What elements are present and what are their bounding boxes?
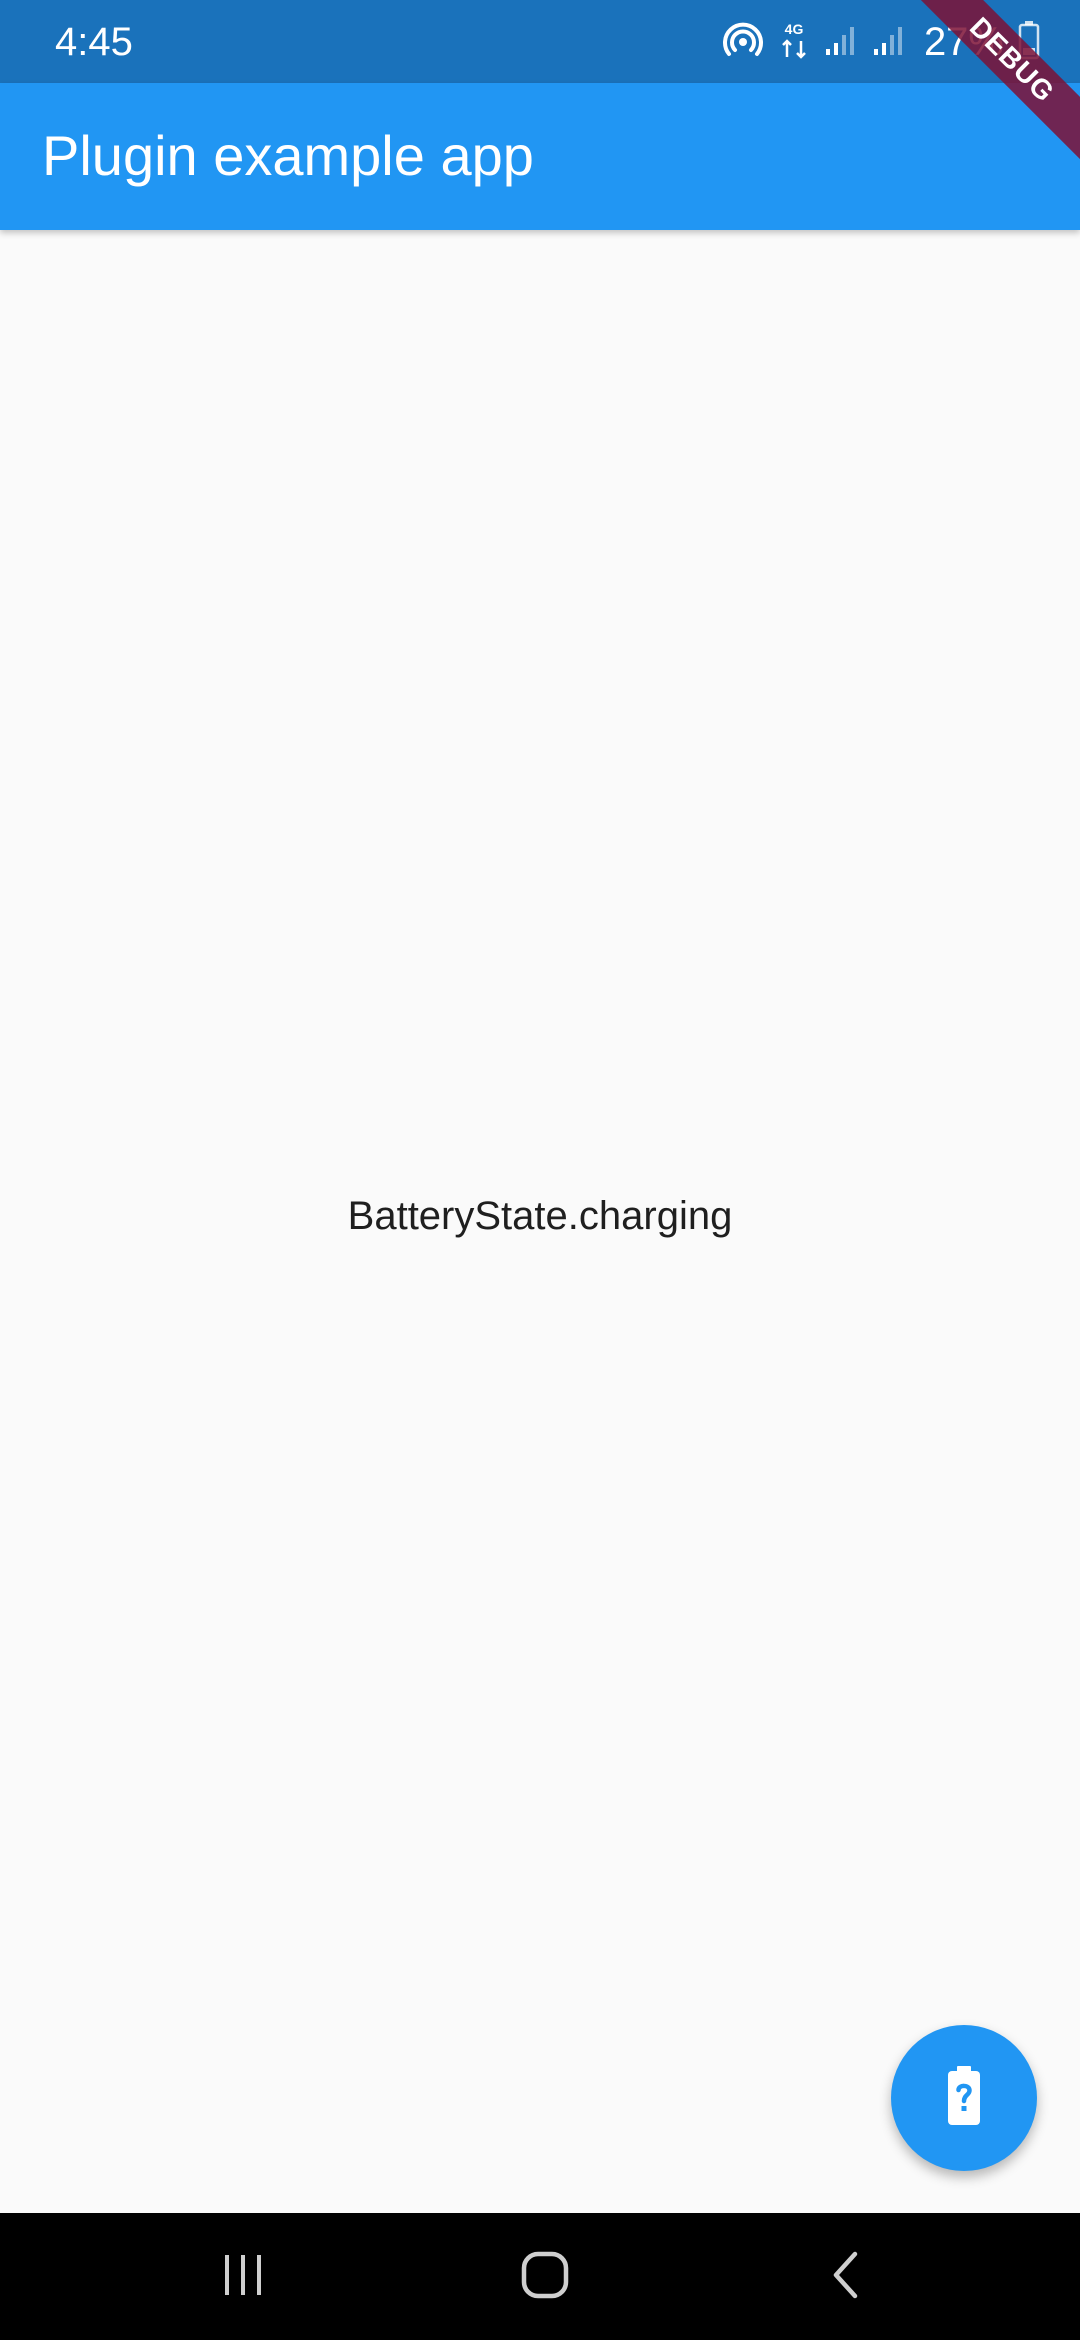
home-button[interactable] bbox=[500, 2241, 590, 2313]
system-nav-bar bbox=[0, 2213, 1080, 2340]
signal-icon bbox=[824, 19, 858, 66]
status-icons: 4G 27% bbox=[722, 14, 1040, 70]
back-icon bbox=[822, 2250, 872, 2305]
battery-unknown-icon bbox=[944, 2064, 984, 2133]
battery-state-text: BatteryState.charging bbox=[347, 1194, 733, 1238]
back-button[interactable] bbox=[802, 2241, 892, 2313]
network-type-label: 4G bbox=[785, 21, 804, 37]
status-time: 4:45 bbox=[55, 20, 133, 64]
home-icon bbox=[520, 2250, 570, 2305]
recents-button[interactable] bbox=[198, 2241, 288, 2313]
screen: 4:45 4G 27% DEBUG Plugin example app Bat… bbox=[0, 0, 1080, 2340]
check-battery-button[interactable] bbox=[891, 2025, 1037, 2171]
body-content: BatteryState.charging bbox=[0, 230, 1080, 2213]
recents-icon bbox=[218, 2250, 268, 2305]
hotspot-icon bbox=[722, 19, 764, 66]
app-bar: Plugin example app bbox=[0, 83, 1080, 230]
page-title: Plugin example app bbox=[42, 124, 534, 187]
status-bar: 4:45 4G 27% bbox=[0, 0, 1080, 83]
battery-icon bbox=[1018, 20, 1040, 65]
signal-icon bbox=[872, 19, 906, 66]
data-transfer-icon: 4G bbox=[778, 19, 810, 66]
battery-percent: 27% bbox=[923, 20, 1004, 64]
